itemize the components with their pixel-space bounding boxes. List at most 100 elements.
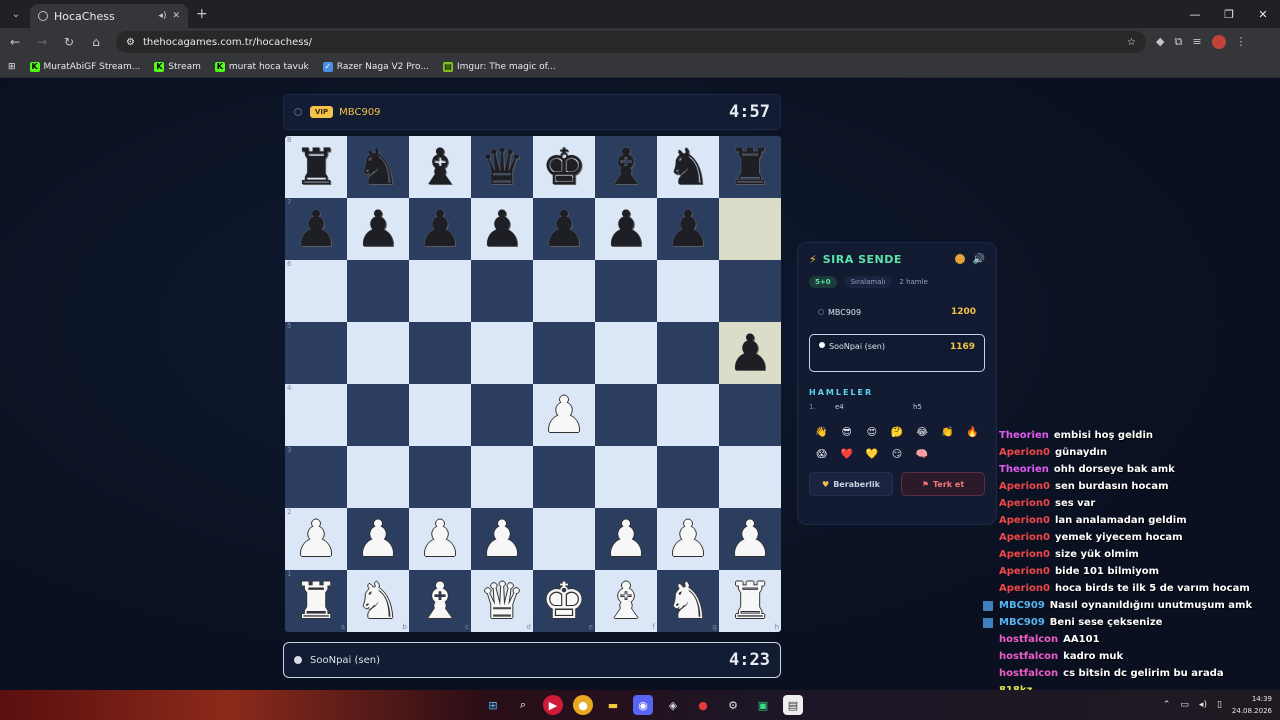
square-g8[interactable]: ♞ (657, 136, 719, 198)
square-g7[interactable]: ♟ (657, 198, 719, 260)
square-d5[interactable] (471, 322, 533, 384)
bookmark-item[interactable]: K MuratAbiGF Stream... (29, 61, 140, 72)
emoji-reaction-button[interactable]: 👏 (939, 425, 955, 439)
square-d4[interactable] (471, 384, 533, 446)
black-bishop-piece[interactable]: ♝ (418, 142, 463, 192)
black-king-piece[interactable]: ♚ (542, 142, 587, 192)
square-e3[interactable] (533, 446, 595, 508)
square-f4[interactable] (595, 384, 657, 446)
white-pawn-piece[interactable]: ♟ (542, 390, 587, 440)
square-f2[interactable]: ♟ (595, 508, 657, 570)
white-pawn-piece[interactable]: ♟ (728, 514, 773, 564)
square-h5[interactable]: ♟ (719, 322, 781, 384)
square-c2[interactable]: ♟ (409, 508, 471, 570)
square-a7[interactable]: 7 ♟ (285, 198, 347, 260)
square-g3[interactable] (657, 446, 719, 508)
square-g2[interactable]: ♟ (657, 508, 719, 570)
square-c3[interactable] (409, 446, 471, 508)
square-c4[interactable] (409, 384, 471, 446)
square-b7[interactable]: ♟ (347, 198, 409, 260)
square-a4[interactable]: 4 (285, 384, 347, 446)
bookmark-item[interactable]: K Stream (154, 61, 201, 72)
square-f5[interactable] (595, 322, 657, 384)
bookmark-item[interactable]: Kmurat hoca tavuk (214, 61, 309, 72)
square-h4[interactable] (719, 384, 781, 446)
tab-close-icon[interactable]: ✕ (172, 11, 180, 21)
address-bar[interactable]: ⚙ thehocagames.com.tr/hocachess/ ☆ (116, 31, 1146, 53)
square-f7[interactable]: ♟ (595, 198, 657, 260)
black-knight-piece[interactable]: ♞ (666, 142, 711, 192)
close-window-icon[interactable]: ✕ (1246, 0, 1280, 28)
site-info-icon[interactable]: ⚙ (126, 37, 135, 48)
black-rook-piece[interactable]: ♜ (294, 142, 339, 192)
chrome-icon[interactable]: ● (573, 695, 593, 715)
black-rook-piece[interactable]: ♜ (728, 142, 773, 192)
black-pawn-piece[interactable]: ♟ (666, 204, 711, 254)
square-e7[interactable]: ♟ (533, 198, 595, 260)
tab-search-button[interactable]: ⌄ (4, 2, 28, 26)
black-pawn-piece[interactable]: ♟ (356, 204, 401, 254)
emoji-reaction-button[interactable]: 😱 (814, 447, 830, 461)
white-knight-piece[interactable]: ♞ (666, 576, 711, 626)
square-e1[interactable]: e ♚ (533, 570, 595, 632)
emoji-reaction-button[interactable]: 🤔 (889, 425, 905, 439)
black-move[interactable]: h5 (913, 403, 922, 411)
draw-button[interactable]: ♥ Beraberlik (809, 472, 893, 496)
recorder-icon[interactable]: ● (693, 695, 713, 715)
folder-icon[interactable]: ▬ (603, 695, 623, 715)
clock[interactable]: 14:39 24.08.2026 (1232, 693, 1272, 717)
square-a6[interactable]: 6 (285, 260, 347, 322)
white-knight-piece[interactable]: ♞ (356, 576, 401, 626)
white-pawn-piece[interactable]: ♟ (480, 514, 525, 564)
back-icon[interactable]: ← (3, 35, 27, 49)
active-tab[interactable]: HocaChess ◂) ✕ (30, 4, 188, 28)
square-d6[interactable] (471, 260, 533, 322)
white-pawn-piece[interactable]: ♟ (604, 514, 649, 564)
square-e8[interactable]: ♚ (533, 136, 595, 198)
chess-board[interactable]: 8 ♜ ♞ ♝ ♛ ♚ ♝ ♞ ♜ 7 ♟ ♟ ♟ ♟ ♟ ♟ ♟ 6 5 ♟ 4 ♟ 3 2 ♟ ♟ ♟ ♟ ♟ ♟ ♟ 1 a ♜ b ♞ c ♝ d ♛… (285, 136, 781, 632)
emoji-reaction-button[interactable]: 👋 (814, 425, 830, 439)
steam-icon[interactable]: ◈ (663, 695, 683, 715)
emoji-reaction-button[interactable]: ❤️ (839, 447, 855, 461)
menu-icon[interactable]: ⋮ (1236, 35, 1247, 49)
forward-icon[interactable]: → (30, 35, 54, 49)
square-b8[interactable]: ♞ (347, 136, 409, 198)
battery-icon[interactable]: ▯ (1217, 700, 1222, 710)
square-a5[interactable]: 5 (285, 322, 347, 384)
square-c1[interactable]: c ♝ (409, 570, 471, 632)
white-queen-piece[interactable]: ♛ (480, 576, 525, 626)
white-king-piece[interactable]: ♚ (542, 576, 587, 626)
white-bishop-piece[interactable]: ♝ (604, 576, 649, 626)
square-d2[interactable]: ♟ (471, 508, 533, 570)
resign-button[interactable]: ⚑ Terk et (901, 472, 985, 496)
emoji-reaction-button[interactable]: 😏 (889, 447, 905, 461)
square-d7[interactable]: ♟ (471, 198, 533, 260)
square-d3[interactable] (471, 446, 533, 508)
apps-grid-icon[interactable]: ⊞ (8, 62, 16, 72)
emoji-reaction-button[interactable]: 🧠 (914, 447, 930, 461)
square-h2[interactable]: ♟ (719, 508, 781, 570)
square-h1[interactable]: h ♜ (719, 570, 781, 632)
square-g5[interactable] (657, 322, 719, 384)
square-c5[interactable] (409, 322, 471, 384)
square-a2[interactable]: 2 ♟ (285, 508, 347, 570)
new-tab-button[interactable]: + (196, 6, 208, 22)
app-icon-2[interactable]: ▣ (753, 695, 773, 715)
black-queen-piece[interactable]: ♛ (480, 142, 525, 192)
square-e5[interactable] (533, 322, 595, 384)
emoji-reaction-button[interactable]: 😎 (839, 425, 855, 439)
square-e2[interactable] (533, 508, 595, 570)
white-pawn-piece[interactable]: ♟ (666, 514, 711, 564)
bookmark-item[interactable]: ✓ Razer Naga V2 Pro... (322, 61, 429, 72)
square-d1[interactable]: d ♛ (471, 570, 533, 632)
square-g1[interactable]: g ♞ (657, 570, 719, 632)
coin-icon[interactable] (954, 254, 965, 264)
search-icon[interactable]: ⌕ (513, 695, 533, 715)
square-g6[interactable] (657, 260, 719, 322)
extension-icon[interactable]: ◆ (1156, 35, 1164, 49)
network-icon[interactable]: ▭ (1180, 700, 1189, 710)
black-knight-piece[interactable]: ♞ (356, 142, 401, 192)
square-h3[interactable] (719, 446, 781, 508)
square-g4[interactable] (657, 384, 719, 446)
square-f3[interactable] (595, 446, 657, 508)
